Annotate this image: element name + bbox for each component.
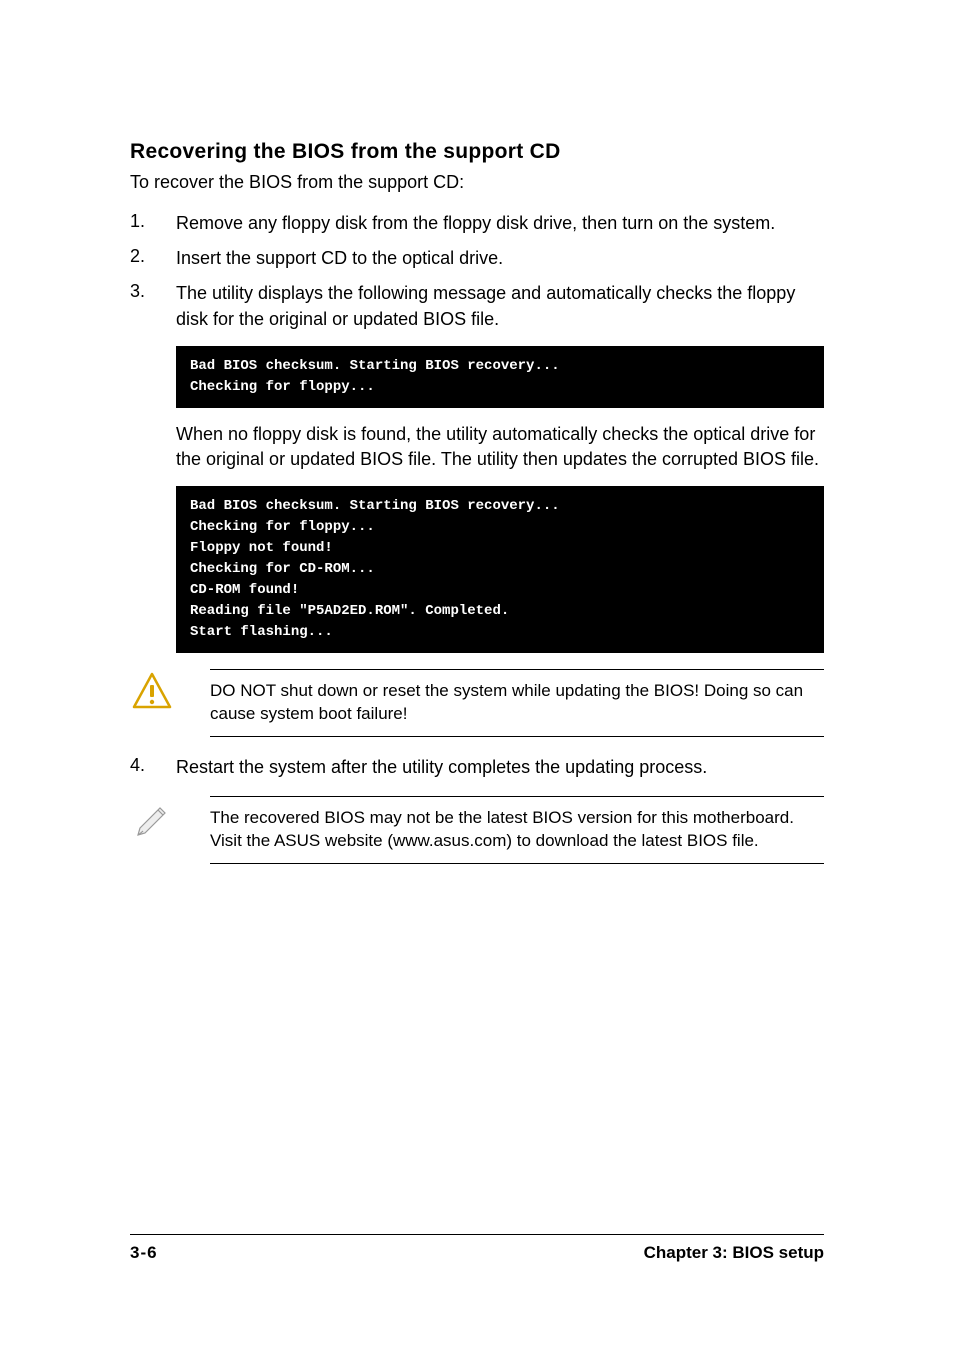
- chapter-label: Chapter 3: BIOS setup: [644, 1243, 824, 1263]
- page-number: 3-6: [130, 1243, 158, 1263]
- list-number: 3.: [130, 281, 176, 331]
- section-heading: Recovering the BIOS from the support CD: [130, 140, 824, 164]
- page-content: Recovering the BIOS from the support CD …: [0, 0, 954, 864]
- list-number: 1.: [130, 211, 176, 236]
- list-text: Remove any floppy disk from the floppy d…: [176, 211, 824, 236]
- note-body-wrap: The recovered BIOS may not be the latest…: [210, 796, 824, 864]
- warning-callout: DO NOT shut down or reset the system whi…: [130, 669, 824, 737]
- mid-paragraph: When no floppy disk is found, the utilit…: [176, 422, 824, 472]
- list-item: 1. Remove any floppy disk from the flopp…: [130, 211, 824, 236]
- ordered-list: 1. Remove any floppy disk from the flopp…: [130, 211, 824, 332]
- list-item: 2. Insert the support CD to the optical …: [130, 246, 824, 271]
- note-text: The recovered BIOS may not be the latest…: [210, 807, 824, 853]
- list-text: Insert the support CD to the optical dri…: [176, 246, 824, 271]
- ordered-list-cont: 4. Restart the system after the utility …: [130, 755, 824, 780]
- list-item: 3. The utility displays the following me…: [130, 281, 824, 331]
- warning-text: DO NOT shut down or reset the system whi…: [210, 680, 824, 726]
- list-text: The utility displays the following messa…: [176, 281, 824, 331]
- page-footer: 3-6 Chapter 3: BIOS setup: [130, 1234, 824, 1263]
- code-block-2: Bad BIOS checksum. Starting BIOS recover…: [176, 486, 824, 653]
- list-item: 4. Restart the system after the utility …: [130, 755, 824, 780]
- warning-body-wrap: DO NOT shut down or reset the system whi…: [210, 669, 824, 737]
- code-block-1: Bad BIOS checksum. Starting BIOS recover…: [176, 346, 824, 408]
- intro-text: To recover the BIOS from the support CD:: [130, 172, 824, 193]
- list-text: Restart the system after the utility com…: [176, 755, 824, 780]
- list-number: 4.: [130, 755, 176, 780]
- warning-icon: [130, 669, 210, 711]
- list-number: 2.: [130, 246, 176, 271]
- note-callout: The recovered BIOS may not be the latest…: [130, 796, 824, 864]
- pencil-icon: [130, 796, 210, 838]
